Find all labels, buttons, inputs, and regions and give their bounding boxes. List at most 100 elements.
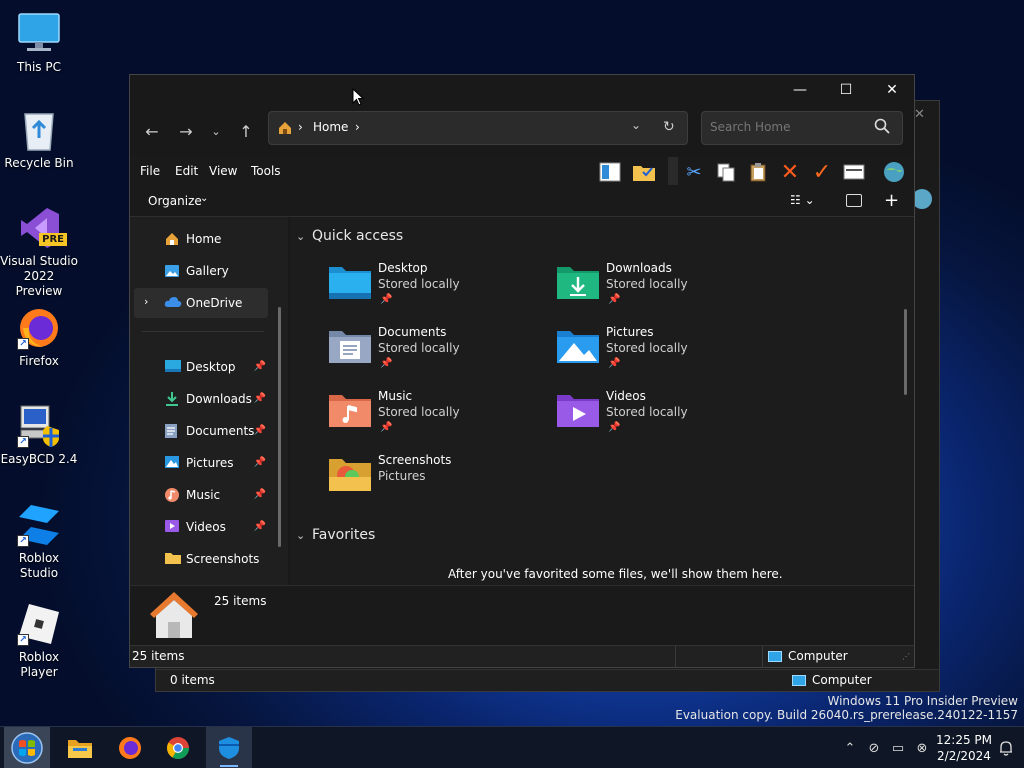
recent-locations-button[interactable]: ⌄ xyxy=(202,117,230,145)
details-pane-icon[interactable] xyxy=(846,194,862,207)
section-header-quick-access[interactable]: Quick access xyxy=(312,228,403,244)
pin-icon: 📌 xyxy=(608,358,621,369)
desktop-icon-visual-studio[interactable]: PRE Visual Studio 2022 Preview xyxy=(0,206,78,299)
sidebar-item-label: Home xyxy=(186,232,222,246)
sidebar-item-music[interactable]: Music 📌 xyxy=(134,480,268,510)
search-input[interactable] xyxy=(710,120,860,134)
search-icon[interactable] xyxy=(874,118,890,137)
search-box[interactable] xyxy=(701,111,903,145)
taskbar-file-explorer-icon[interactable] xyxy=(60,731,100,765)
address-bar[interactable]: › Home › ⌄ ↻ xyxy=(268,111,688,145)
notification-bell-icon[interactable] xyxy=(996,727,1016,768)
volume-mute-icon[interactable]: ⊗ xyxy=(912,727,932,768)
folder-check-icon[interactable] xyxy=(632,160,656,184)
desktop-icon-roblox-player[interactable]: ↗ Roblox Player xyxy=(0,602,78,680)
quick-access-tile-downloads[interactable]: Downloads Stored locally 📌 xyxy=(556,261,776,319)
preview-pane-icon[interactable] xyxy=(598,160,622,184)
close-icon[interactable]: ✕ xyxy=(914,107,925,122)
desktop-folder-icon xyxy=(164,359,182,375)
desktop-icon-this-pc[interactable]: This PC xyxy=(0,12,78,75)
sidebar-item-videos[interactable]: Videos 📌 xyxy=(134,512,268,542)
section-header-favorites[interactable]: Favorites xyxy=(312,527,375,543)
taskbar-chrome-icon[interactable] xyxy=(158,731,198,765)
sidebar-item-downloads[interactable]: Downloads 📌 xyxy=(134,384,268,414)
desktop-icon-label: EasyBCD 2.4 xyxy=(0,452,78,466)
cut-icon[interactable]: ✂ xyxy=(682,160,706,184)
desktop-icon-recycle-bin[interactable]: Recycle Bin xyxy=(0,108,78,171)
quick-access-tile-screenshots[interactable]: Screenshots Pictures xyxy=(328,453,548,511)
organize-button[interactable]: Organize xyxy=(148,194,202,208)
minimize-button[interactable]: — xyxy=(777,75,823,105)
shortcut-arrow-icon: ↗ xyxy=(17,436,29,448)
back-button[interactable]: ← xyxy=(138,117,166,145)
display-icon[interactable]: ▭ xyxy=(888,727,908,768)
menu-file[interactable]: File xyxy=(140,164,160,178)
tile-name: Pictures xyxy=(606,325,654,339)
quick-access-tile-pictures[interactable]: Pictures Stored locally 📌 xyxy=(556,325,776,383)
taskbar-firefox-icon[interactable] xyxy=(110,731,150,765)
breadcrumb-separator: › xyxy=(298,120,303,134)
organize-chevron-icon[interactable]: ⌄ xyxy=(200,193,208,204)
desktop-icon-firefox[interactable]: ↗ Firefox xyxy=(0,306,78,369)
start-button[interactable] xyxy=(4,727,50,768)
maximize-button[interactable]: ☐ xyxy=(823,75,869,105)
expand-chevron-icon[interactable]: › xyxy=(144,295,148,308)
desktop-icon-roblox-studio[interactable]: ↗ Roblox Studio xyxy=(0,503,78,581)
tile-subtitle: Pictures xyxy=(378,469,426,483)
resize-grip-icon[interactable]: ⋰ xyxy=(902,652,910,661)
desktop-icon-label: Roblox Studio xyxy=(18,551,60,580)
forward-button[interactable]: → xyxy=(172,117,200,145)
taskbar-security-icon[interactable] xyxy=(206,727,252,768)
menu-view[interactable]: View xyxy=(209,164,237,178)
show-hidden-icons-button[interactable]: ⌃ xyxy=(842,727,858,768)
quick-access-tile-desktop[interactable]: Desktop Stored locally 📌 xyxy=(328,261,548,319)
sidebar-item-pictures[interactable]: Pictures 📌 xyxy=(134,448,268,478)
properties-icon[interactable] xyxy=(842,160,866,184)
desktop-icon-easybcd[interactable]: ↗ EasyBCD 2.4 xyxy=(0,404,78,467)
pin-icon[interactable]: 📌 xyxy=(254,521,266,532)
menu-tools[interactable]: Tools xyxy=(251,164,281,178)
content-scrollbar[interactable] xyxy=(904,309,907,395)
home-icon xyxy=(164,231,182,247)
globe-icon[interactable] xyxy=(882,160,906,184)
quick-access-tile-videos[interactable]: Videos Stored locally 📌 xyxy=(556,389,776,447)
pin-icon[interactable]: 📌 xyxy=(254,425,266,436)
sidebar-item-onedrive[interactable]: › OneDrive xyxy=(134,288,268,318)
close-button[interactable]: ✕ xyxy=(869,75,915,105)
pin-icon[interactable]: 📌 xyxy=(254,489,266,500)
sidebar-item-home[interactable]: Home xyxy=(134,224,268,254)
up-button[interactable]: ↑ xyxy=(232,117,260,145)
clock[interactable]: 12:25 PM 2/2/2024 xyxy=(934,727,994,768)
pin-icon[interactable]: 📌 xyxy=(254,393,266,404)
sidebar-item-documents[interactable]: Documents 📌 xyxy=(134,416,268,446)
sidebar-scrollbar[interactable] xyxy=(278,307,281,547)
breadcrumb-separator[interactable]: › xyxy=(355,120,360,134)
download-arrow-icon xyxy=(164,391,182,407)
view-options-icon[interactable]: ☷ ⌄ xyxy=(790,193,815,207)
breadcrumb-home[interactable]: Home xyxy=(313,120,348,134)
pin-icon[interactable]: 📌 xyxy=(254,457,266,468)
title-bar[interactable]: — ☐ ✕ xyxy=(130,75,914,105)
tile-subtitle: Stored locally xyxy=(606,341,688,355)
delete-icon[interactable]: ✕ xyxy=(778,160,802,185)
pin-icon: 📌 xyxy=(380,422,393,433)
explorer-window[interactable]: — ☐ ✕ ← → ⌄ ↑ › Home › ⌄ ↻ File Edit Vie… xyxy=(129,74,915,668)
paste-icon[interactable] xyxy=(746,160,770,184)
quick-access-tile-music[interactable]: Music Stored locally 📌 xyxy=(328,389,548,447)
copy-icon[interactable] xyxy=(714,160,738,184)
network-icon[interactable]: ⊘ xyxy=(864,727,884,768)
new-tab-icon[interactable]: + xyxy=(884,190,899,211)
quick-access-tile-documents[interactable]: Documents Stored locally 📌 xyxy=(328,325,548,383)
menu-edit[interactable]: Edit xyxy=(175,164,198,178)
checkmark-icon[interactable]: ✓ xyxy=(810,160,834,185)
pin-icon[interactable]: 📌 xyxy=(254,361,266,372)
address-dropdown-icon[interactable]: ⌄ xyxy=(631,118,641,132)
collapse-chevron-icon[interactable]: ⌄ xyxy=(296,529,305,542)
collapse-chevron-icon[interactable]: ⌄ xyxy=(296,230,305,243)
shortcut-arrow-icon: ↗ xyxy=(17,634,29,646)
video-icon xyxy=(164,519,182,535)
sidebar-item-screenshots[interactable]: Screenshots xyxy=(134,544,268,574)
sidebar-item-gallery[interactable]: Gallery xyxy=(134,256,268,286)
refresh-icon[interactable]: ↻ xyxy=(663,119,675,135)
sidebar-item-desktop[interactable]: Desktop 📌 xyxy=(134,352,268,382)
